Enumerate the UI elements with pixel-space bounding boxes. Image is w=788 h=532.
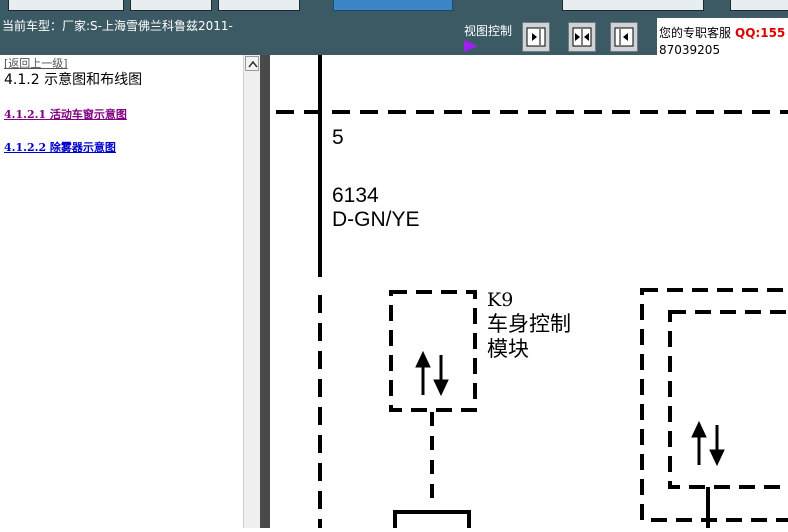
module-id: K9 (487, 289, 513, 311)
top-toolbar: 当前车型：厂家:S-上海雪佛兰科鲁兹2011- 视图控制 您的专职客服 QQ:15… (0, 0, 788, 55)
pin-number: 5 (332, 126, 344, 149)
split-view-icon (572, 27, 592, 47)
current-car-label: 当前车型：厂家:S-上海雪佛兰科鲁兹2011- (2, 19, 233, 33)
view-right-button[interactable] (610, 22, 638, 52)
view-control-label: 视图控制 (464, 24, 513, 38)
right-bidirectional-arrow-icon (691, 420, 725, 467)
right-inner-box (668, 310, 788, 489)
k9-bidirectional-arrow-icon (415, 350, 449, 397)
left-scrollbar[interactable] (243, 55, 261, 528)
module-name-line2: 模块 (487, 337, 529, 361)
play-arrow-icon[interactable] (464, 40, 478, 52)
scroll-up-button[interactable] (245, 56, 259, 71)
module-name-line1: 车身控制 (487, 312, 571, 336)
navigation-panel: [返回上一级] 4.1.2 示意图和布线图 4.1.2.1 活动车窗示意图 4.… (0, 55, 261, 528)
collapse-left-icon (526, 27, 546, 47)
wire-color: D-GN/YE (332, 208, 420, 231)
lower-connector-box (393, 510, 471, 532)
view-split-button[interactable] (568, 22, 596, 52)
toolbar-button-2[interactable] (130, 0, 212, 11)
nav-link-window-diagram[interactable]: 4.1.2.1 活动车窗示意图 (4, 106, 127, 122)
toolbar-button-6[interactable] (730, 0, 788, 11)
toolbar-button-5[interactable] (562, 0, 704, 11)
wiring-diagram-svg: 5 6134 D-GN/YE K9 车身控制 模块 (276, 55, 788, 532)
k9-connector-box (389, 290, 477, 412)
scroll-up-icon (248, 60, 258, 68)
view-left-button[interactable] (522, 22, 550, 52)
service-label: 您的专职客服 (659, 26, 732, 40)
collapse-right-icon (614, 27, 634, 47)
service-qq[interactable]: QQ:155 (735, 26, 785, 40)
circuit-number: 6134 (332, 184, 379, 207)
toolbar-button-3[interactable] (218, 0, 300, 11)
toolbar-button-1[interactable] (8, 0, 124, 11)
customer-service-panel: 您的专职客服 QQ:155 87039205 (657, 18, 788, 55)
nav-link-defogger-diagram[interactable]: 4.1.2.2 除雾器示意图 (4, 139, 116, 155)
section-title: 4.1.2 示意图和布线图 (4, 72, 143, 88)
panel-splitter[interactable] (260, 55, 270, 528)
wiring-diagram: 5 6134 D-GN/YE K9 车身控制 模块 (270, 55, 788, 532)
toolbar-button-active[interactable] (333, 0, 453, 11)
service-phone: 87039205 (659, 43, 721, 55)
